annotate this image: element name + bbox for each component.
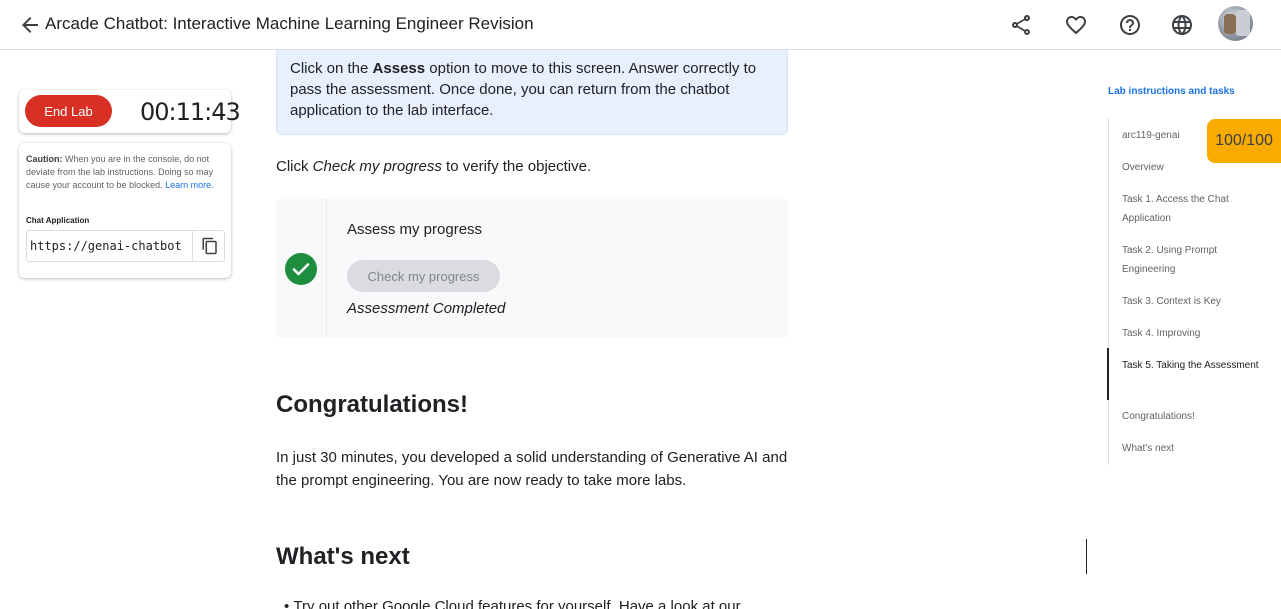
text-cursor [1086, 539, 1087, 574]
top-bar: Arcade Chatbot: Interactive Machine Lear… [0, 0, 1281, 50]
toc-item-task-1[interactable]: Task 1. Access the Chat Application [1122, 190, 1272, 228]
globe-icon[interactable] [1170, 13, 1194, 37]
toc-item-task-2[interactable]: Task 2. Using Prompt Engineering [1122, 241, 1272, 279]
caution-label: Caution: [26, 154, 63, 164]
note-text: Click on the Assess option to move to th… [290, 58, 780, 121]
arrow-back-icon[interactable] [18, 13, 42, 37]
assessment-card: Assess my progress Check my progress Ass… [276, 199, 788, 338]
info-note: Click on the Assess option to move to th… [276, 50, 788, 135]
note-bold-assess: Assess [372, 60, 426, 77]
toc-item-whats-next[interactable]: What's next [1122, 439, 1272, 458]
divider [326, 199, 327, 338]
check-progress-instruction: Click Check my progress to verify the ob… [276, 158, 591, 175]
toc-active-indicator [1107, 348, 1109, 400]
copy-icon[interactable] [201, 237, 219, 255]
help-icon[interactable] [1118, 13, 1142, 37]
lab-control-card: End Lab 00:11:43 [19, 90, 241, 133]
end-lab-button[interactable]: End Lab [25, 95, 112, 127]
bullet-text: Try out other Google Cloud features for … [293, 598, 741, 609]
divider [192, 231, 193, 261]
avatar[interactable] [1218, 6, 1253, 41]
instruction-italic: Check my progress [312, 158, 442, 175]
assessment-title: Assess my progress [347, 221, 483, 238]
toc-rail [1108, 118, 1109, 465]
note-text-part: Click on the [290, 60, 373, 77]
toc-item-task-4[interactable]: Task 4. Improving [1122, 324, 1272, 343]
toc-item-task-5[interactable]: Task 5. Taking the Assessment [1122, 356, 1272, 375]
caution-message: Caution: When you are in the console, do… [26, 153, 226, 192]
congratulations-text: In just 30 minutes, you developed a soli… [276, 449, 788, 489]
toc-item-congratulations[interactable]: Congratulations! [1122, 407, 1272, 426]
lab-timer: 00:11:43 [140, 98, 241, 126]
instruction-text: to verify the objective. [441, 158, 592, 175]
whats-next-heading: What's next [276, 543, 410, 570]
chat-application-url-field[interactable]: https://genai-chatbot [26, 230, 225, 262]
check-my-progress-button[interactable]: Check my progress [347, 260, 500, 292]
page-title: Arcade Chatbot: Interactive Machine Lear… [45, 14, 534, 33]
instruction-text: Click [276, 158, 313, 175]
lab-info-card: Caution: When you are in the console, do… [19, 143, 231, 278]
chat-application-label: Chat Application [26, 216, 90, 225]
check-circle-icon [285, 253, 317, 285]
learn-more-link[interactable]: Learn more. [165, 180, 214, 190]
chat-application-url[interactable]: https://genai-chatbot [30, 239, 192, 253]
heart-icon[interactable] [1064, 13, 1088, 37]
avatar-photo-part [1224, 14, 1236, 34]
assessment-status: Assessment Completed [347, 300, 506, 317]
toc-item-task-3[interactable]: Task 3. Context is Key [1122, 292, 1272, 311]
score-badge: 100/100 [1207, 119, 1281, 163]
toc-heading[interactable]: Lab instructions and tasks [1108, 86, 1235, 97]
avatar-photo-part [1236, 10, 1250, 36]
congratulations-heading: Congratulations! [276, 391, 468, 418]
share-icon[interactable] [1009, 13, 1033, 37]
whats-next-bullet: • Try out other Google Cloud features fo… [284, 598, 741, 609]
